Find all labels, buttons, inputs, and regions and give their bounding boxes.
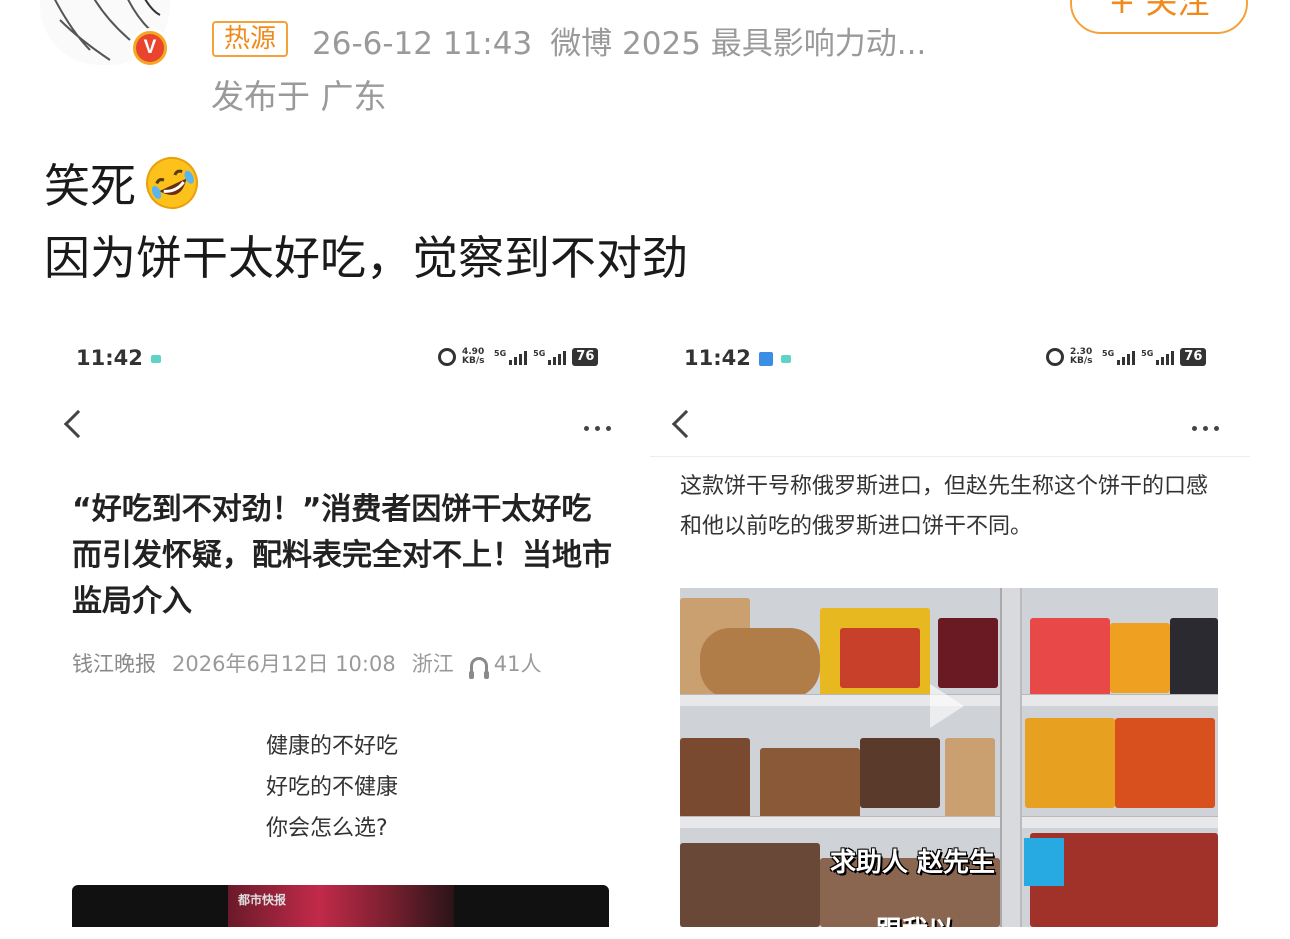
alarm-icon [438,348,456,366]
article-title: “好吃到不对劲！”消费者因饼干太好吃而引发怀疑，配料表完全对不上！当地市监局介入 [72,492,612,619]
poem-line: 你会怎么选? [266,816,388,841]
video-thumbnail[interactable]: 都市快报 [72,885,609,927]
post-meta: 26-6-12 11:43 微博 2025 最具影响力动... [312,18,944,63]
source-tag[interactable]: 热源 [212,21,289,57]
video-caption: 求助人 赵先生 [830,848,996,878]
status-time: 11:42 [684,346,791,370]
article-region: 浙江 [411,652,454,676]
article-source: 钱江晚报 [72,652,156,676]
svg-text:✦: ✦ [42,39,57,60]
back-icon[interactable] [63,409,93,439]
listeners: 41人 [468,648,541,679]
battery-icon: 76 [1180,348,1207,366]
video-caption-2: 跟我以 [876,910,954,927]
rofl-emoji-icon [146,157,198,209]
article-meta: 钱江晚报 2026年6月12日 10:08 浙江 41人 [72,648,541,679]
follow-button[interactable]: + 关注 [1070,0,1248,34]
post-image-2[interactable]: 11:42 2.30 KB/s 5G 5G 76 这款饼干号称俄罗斯进口，但赵先… [650,322,1250,927]
more-icon[interactable] [584,426,611,431]
poem-line: 好吃的不健康 [266,775,399,800]
app-icon [758,352,773,366]
article-poem: 健康的不好吃 好吃的不健康 你会怎么选? [266,726,398,849]
divider [650,456,1250,457]
headphone-icon [468,657,489,679]
award-label[interactable]: 微博 2025 最具影响力动... [550,26,926,62]
network-speed: 4.90 KB/s [462,347,485,366]
post-location: 发布于 广东 [211,77,387,116]
notification-dot-icon [780,355,791,363]
alarm-icon [1046,348,1064,366]
back-icon[interactable] [671,409,701,439]
status-time: 11:42 [76,346,161,370]
signal-icon: 5G [1102,349,1136,365]
article-description: 这款饼干号称俄罗斯进口，但赵先生称这个饼干的口感和他以前吃的俄罗斯进口饼干不同。 [680,474,1209,539]
status-bar-icons: 4.90 KB/s 5G 5G 76 [438,347,599,366]
signal-icon-2: 5G [1141,349,1175,365]
article-date: 2026年6月12日 10:08 [172,652,396,676]
network-speed: 2.30 KB/s [1070,347,1093,366]
more-icon[interactable] [1192,426,1219,431]
post-timestamp: 26-6-12 11:43 [312,26,533,62]
signal-icon: 5G [494,349,528,365]
post-text-line1: 笑死 [44,150,200,216]
poem-line: 健康的不好吃 [266,734,399,759]
video-source-tag: 都市快报 [238,893,287,907]
post-text: 笑死 [44,159,136,213]
post-text-line2: 因为饼干太好吃，觉察到不对劲 [44,231,688,285]
verified-badge: V [130,28,170,68]
play-icon[interactable] [930,684,964,728]
notification-dot-icon [150,355,161,363]
battery-icon: 76 [572,348,599,366]
supermarket-photo[interactable]: 求助人 赵先生 跟我以 [680,588,1218,927]
post-image-1[interactable]: 11:42 4.90 KB/s 5G 5G 76 “好吃到不对劲！”消费者因饼干… [42,322,642,927]
status-bar-icons: 2.30 KB/s 5G 5G 76 [1046,347,1207,366]
signal-icon-2: 5G [533,349,567,365]
